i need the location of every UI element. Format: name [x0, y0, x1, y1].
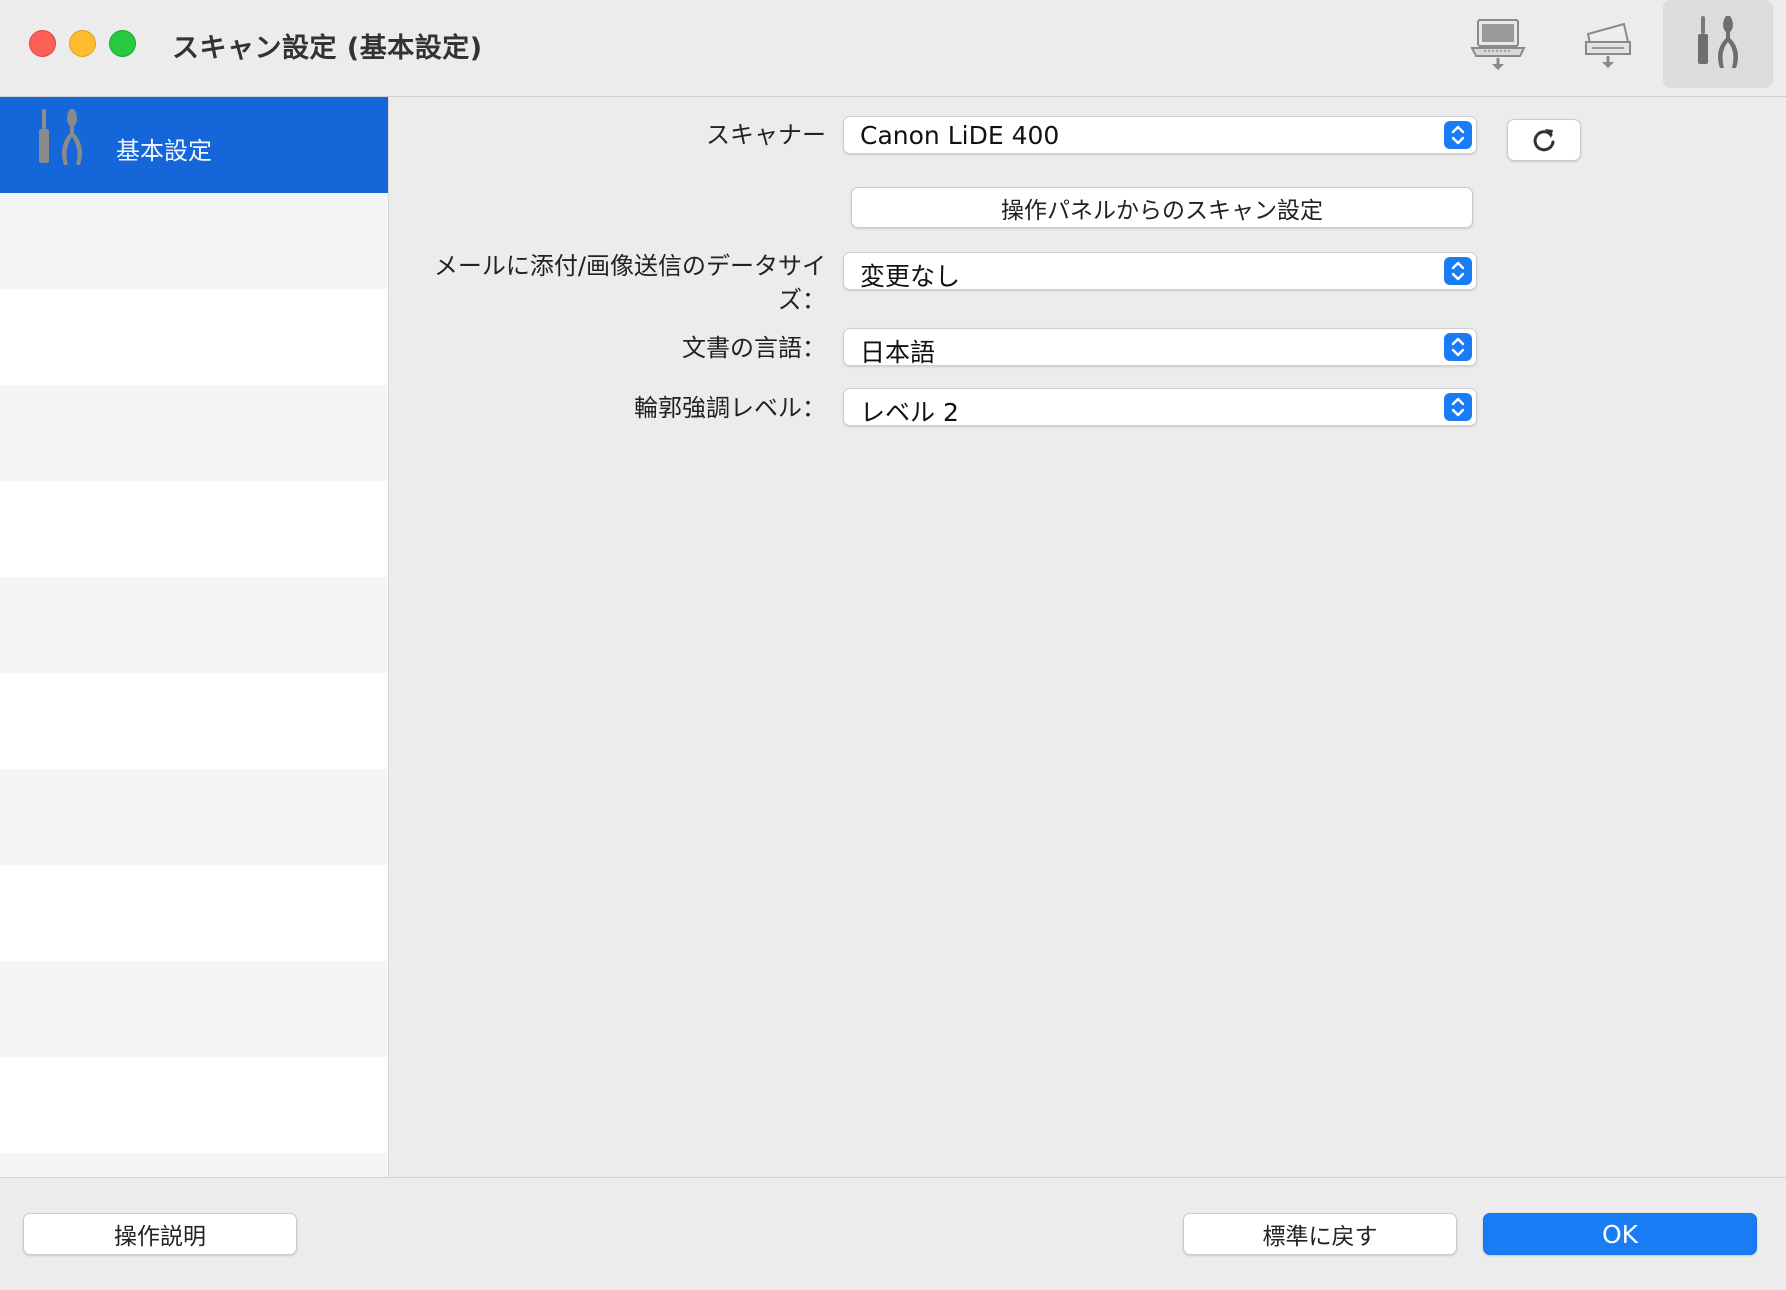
edge-level-select-value: レベル 2 [860, 398, 959, 427]
chevron-updown-icon [1444, 333, 1472, 361]
sidebar-empty-row [0, 1057, 388, 1153]
sidebar-empty-row [0, 289, 388, 385]
general-settings-button[interactable] [1663, 0, 1773, 88]
footer-divider [0, 1177, 1786, 1178]
tools-icon [36, 105, 90, 177]
close-window-button[interactable] [29, 30, 56, 57]
scan-from-computer-button[interactable] [1443, 0, 1553, 88]
edge-level-select[interactable]: レベル 2 [843, 388, 1477, 427]
sidebar-empty-row [0, 673, 388, 769]
chevron-updown-icon [1444, 393, 1472, 421]
restore-defaults-button[interactable]: 標準に戻す [1183, 1213, 1457, 1255]
chevron-updown-icon [1444, 121, 1472, 149]
sidebar-item-label: 基本設定 [116, 137, 212, 165]
sidebar-empty-row [0, 385, 388, 481]
scan-from-panel-button[interactable] [1553, 0, 1663, 88]
language-select-value: 日本語 [860, 338, 936, 367]
scanner-select-value: Canon LiDE 400 [860, 121, 1060, 150]
sidebar-empty-row [0, 961, 388, 1057]
tools-icon [1698, 16, 1738, 68]
refresh-scanner-button[interactable] [1507, 119, 1581, 161]
sidebar-empty-row [0, 193, 388, 289]
sidebar: 基本設定 [0, 97, 389, 1177]
window-title: スキャン設定 (基本設定) [172, 33, 483, 64]
datasize-select[interactable]: 変更なし [843, 252, 1477, 291]
zoom-window-button[interactable] [109, 30, 136, 57]
sidebar-empty-row [0, 1153, 388, 1177]
ok-button[interactable]: OK [1483, 1213, 1757, 1255]
edge-level-label: 輪郭強調レベル： [634, 394, 826, 422]
scanner-select[interactable]: Canon LiDE 400 [843, 116, 1477, 154]
sidebar-empty-row [0, 481, 388, 577]
scanner-label: スキャナー [706, 121, 826, 149]
minimize-window-button[interactable] [69, 30, 96, 57]
datasize-label-line1: メールに添付/画像送信のデータサイ [433, 252, 826, 280]
computer-scan-icon [1470, 19, 1526, 70]
sidebar-empty-row [0, 865, 388, 961]
chevron-updown-icon [1444, 257, 1472, 285]
sidebar-empty-row [0, 577, 388, 673]
datasize-label: メールに添付/画像送信のデータサイ ズ： [400, 249, 826, 317]
scanner-scan-icon [1585, 22, 1631, 68]
panel-scan-settings-button[interactable]: 操作パネルからのスキャン設定 [851, 187, 1473, 228]
datasize-select-value: 変更なし [860, 262, 961, 291]
sidebar-item-general-settings[interactable]: 基本設定 [0, 97, 388, 193]
language-select[interactable]: 日本語 [843, 328, 1477, 367]
language-label: 文書の言語： [682, 334, 826, 362]
title-bar: スキャン設定 (基本設定) [0, 0, 1786, 97]
refresh-icon [1533, 129, 1555, 152]
datasize-label-line2: ズ： [778, 286, 826, 314]
sidebar-empty-row [0, 769, 388, 865]
help-button[interactable]: 操作説明 [23, 1213, 297, 1255]
